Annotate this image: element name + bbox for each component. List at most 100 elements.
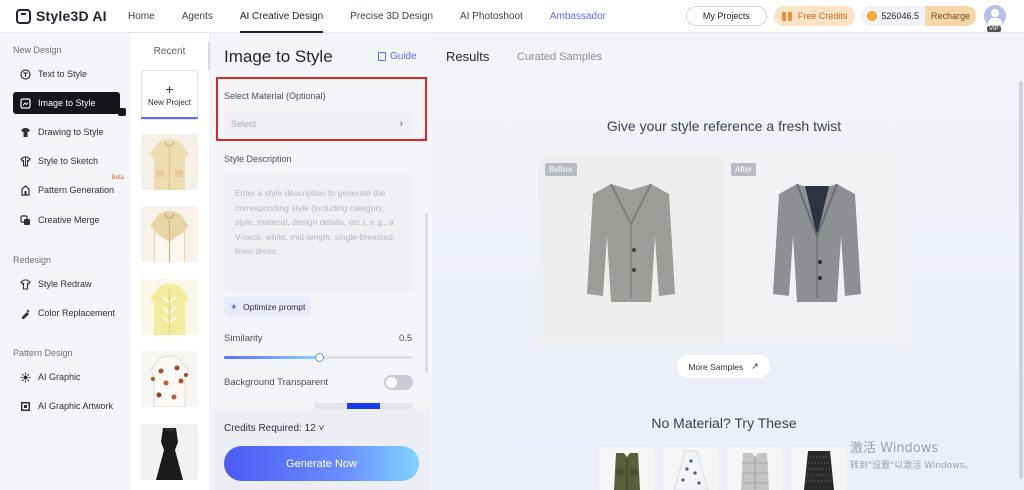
gift-icon (781, 11, 792, 21)
new-project-label: New Project (147, 98, 192, 107)
recent-thumbnail-butterfly-print-jacket[interactable] (141, 351, 198, 407)
drawing-icon (20, 127, 31, 138)
sidebar-item-label: Image to Style (38, 98, 96, 108)
results-scrollbar[interactable] (1019, 81, 1023, 479)
recent-title: Recent (153, 46, 186, 57)
app-logo[interactable]: Style3D AI (16, 8, 128, 24)
panel-footer: Credits Required: 12 ˅ Generate Now (213, 409, 430, 490)
magic-wand-icon: ✦ (230, 301, 238, 312)
logo-icon (16, 8, 31, 24)
sample-green-vest[interactable] (599, 447, 655, 490)
sidebar-item-color-replacement[interactable]: Color Replacement (13, 302, 120, 324)
after-image: After (724, 156, 910, 342)
sidebar-item-pattern-generation[interactable]: Pattern Generation Beta (13, 175, 124, 201)
before-tag: Before (545, 163, 577, 176)
sidebar-item-ai-graphic[interactable]: AI Graphic (13, 366, 120, 388)
recent-thumbnail-cream-white-hoodie[interactable] (141, 206, 198, 262)
sidebar-item-ai-graphic-artwork[interactable]: AI Graphic Artwork (13, 395, 120, 417)
vip-badge: VIP (987, 26, 1001, 32)
sample-white-patterned-dress[interactable] (663, 447, 719, 490)
chevron-down-icon: ˅ (318, 423, 325, 434)
pattern-icon (20, 184, 31, 196)
account-area: My Projects Free Credits 526046.5 Rechar… (685, 5, 1006, 32)
nav-ambassador[interactable]: Ambassador (550, 0, 606, 33)
coin-icon (867, 11, 878, 21)
similarity-slider[interactable] (224, 353, 413, 362)
material-select-placeholder: Select (231, 119, 257, 129)
similarity-value: 0.5 (399, 333, 413, 344)
material-select[interactable]: Select › (224, 112, 413, 136)
after-tag: After (731, 163, 756, 176)
recent-thumbnail-yellow-jacket[interactable] (141, 279, 198, 335)
similarity-label: Similarity (224, 333, 263, 344)
style-description-placeholder: Enter a style description to generate th… (235, 188, 396, 256)
generate-now-button[interactable]: Generate Now (224, 446, 419, 481)
guide-label: Guide (390, 51, 417, 62)
nav-precise-3d-design[interactable]: Precise 3D Design (350, 0, 433, 33)
nav-home[interactable]: Home (128, 0, 155, 33)
sidebar-item-style-to-sketch[interactable]: Style to Sketch (13, 150, 120, 172)
panel-scrollbar[interactable] (425, 213, 428, 373)
tool-sidebar: New Design Text to Style Image to Style … (0, 33, 131, 490)
image-style-icon (20, 97, 31, 109)
new-project-button[interactable]: + New Project (141, 70, 198, 120)
graphic-icon (20, 372, 31, 383)
watermark-line-1: 激活 Windows (850, 441, 939, 456)
tab-curated-samples[interactable]: Curated Samples (517, 51, 602, 63)
sidebar-item-label: Text to Style (38, 69, 88, 79)
sidebar-item-drawing-to-style[interactable]: Drawing to Style (13, 121, 120, 143)
before-image: Before (538, 156, 724, 342)
credits-required-label: Credits Required: 12 (224, 423, 316, 434)
credits-value: 526046.5 (881, 11, 919, 21)
free-credits-button[interactable]: Free Credits (773, 6, 856, 26)
recharge-button[interactable]: Recharge (924, 6, 976, 26)
recent-thumbnail-cream-hoodie[interactable] (141, 134, 198, 190)
nav-agents[interactable]: Agents (182, 0, 213, 33)
style-description-input[interactable]: Enter a style description to generate th… (224, 174, 413, 292)
tab-results[interactable]: Results (446, 49, 489, 64)
beta-badge: Beta (111, 175, 124, 181)
my-projects-button[interactable]: My Projects (685, 6, 767, 26)
color-icon (20, 308, 31, 319)
top-navigation-bar: Style3D AI Home Agents AI Creative Desig… (0, 0, 1024, 33)
grey-suit-jacket-image (773, 183, 861, 302)
arrow-up-right-icon: ↗ (751, 361, 759, 371)
guide-link[interactable]: Guide (378, 51, 417, 62)
more-samples-button[interactable]: More Samples ↗ (677, 355, 770, 378)
optimize-prompt-label: Optimize prompt (243, 302, 306, 312)
sidebar-item-label: Drawing to Style (38, 127, 104, 137)
background-transparent-toggle[interactable] (384, 375, 413, 390)
nav-ai-creative-design[interactable]: AI Creative Design (239, 0, 324, 33)
sidebar-item-label: Color Replacement (38, 308, 116, 318)
sample-black-tweed-skirt[interactable] (791, 447, 847, 490)
style-description-label: Style Description (224, 154, 292, 164)
sidebar-item-label: AI Graphic (38, 372, 81, 382)
recent-scrollbar[interactable] (208, 41, 210, 71)
sidebar-item-style-redraw[interactable]: Style Redraw (13, 273, 120, 295)
plus-icon: + (165, 81, 174, 97)
book-icon (378, 52, 386, 61)
user-avatar[interactable]: VIP (984, 5, 1006, 32)
expand-icon (118, 108, 126, 116)
sidebar-item-image-to-style[interactable]: Image to Style (13, 92, 126, 116)
results-area: Results Curated Samples Give your style … (432, 33, 1024, 490)
optimize-prompt-button[interactable]: ✦ Optimize prompt (224, 297, 312, 317)
recent-thumbnail-black-dress[interactable] (141, 424, 198, 480)
sidebar-item-creative-merge[interactable]: Creative Merge (13, 209, 120, 231)
credits-required-dropdown[interactable]: Credits Required: 12 ˅ (224, 423, 324, 434)
sidebar-item-text-to-style[interactable]: Text to Style (13, 63, 120, 85)
section-new-design: New Design (13, 45, 62, 55)
windows-activation-watermark: 激活 Windows 转到"设置"以激活 Windows。 (850, 437, 973, 471)
new-project-indicator (141, 117, 198, 119)
text-style-icon (20, 68, 31, 80)
sample-grey-puffer-vest[interactable] (727, 447, 783, 490)
nav-ai-photoshoot[interactable]: AI Photoshoot (460, 0, 523, 33)
app-name: Style3D AI (36, 8, 107, 24)
similarity-slider-handle[interactable] (314, 353, 324, 362)
artwork-icon (20, 401, 31, 412)
free-credits-label: Free Credits (797, 11, 848, 21)
sidebar-item-label: Pattern Generation (38, 185, 115, 195)
credits-balance: 526046.5 Recharge (861, 6, 976, 26)
sidebar-item-label: Style Redraw (38, 279, 92, 289)
settings-panel: Image to Style Guide Select Material (Op… (213, 33, 430, 490)
